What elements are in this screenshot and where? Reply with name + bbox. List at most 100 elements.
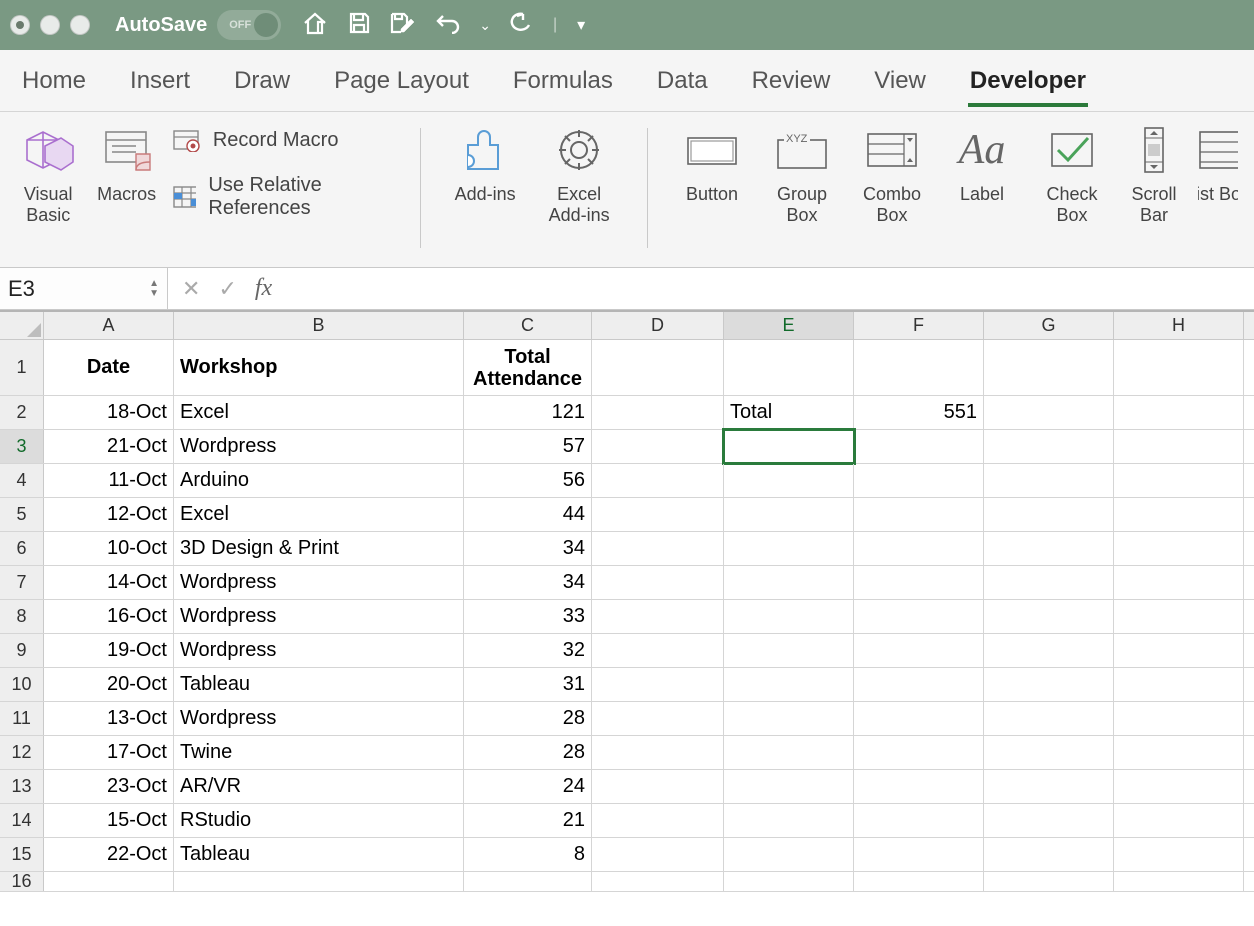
row-header[interactable]: 9 xyxy=(0,634,44,667)
cell[interactable]: Date xyxy=(44,340,174,395)
cell[interactable] xyxy=(854,668,984,701)
check-box-button[interactable]: Check Box xyxy=(1034,122,1110,226)
cell[interactable] xyxy=(724,498,854,531)
cell[interactable]: 23-Oct xyxy=(44,770,174,803)
cell[interactable]: 33 xyxy=(464,600,592,633)
cell[interactable] xyxy=(1114,736,1244,769)
cell[interactable]: 551 xyxy=(854,396,984,429)
cell[interactable] xyxy=(592,498,724,531)
cell[interactable] xyxy=(592,396,724,429)
cell[interactable] xyxy=(854,600,984,633)
cell[interactable]: Wordpress xyxy=(174,600,464,633)
cell[interactable] xyxy=(1114,566,1244,599)
cell[interactable] xyxy=(984,736,1114,769)
tab-insert[interactable]: Insert xyxy=(128,55,192,107)
cell[interactable] xyxy=(854,838,984,871)
worksheet-grid[interactable]: A B C D E F G H 1 Date Workshop Total At… xyxy=(0,310,1254,892)
cell[interactable] xyxy=(592,804,724,837)
row-header[interactable]: 10 xyxy=(0,668,44,701)
cell[interactable]: 57 xyxy=(464,430,592,463)
cell[interactable]: 21 xyxy=(464,804,592,837)
cell[interactable] xyxy=(1114,872,1244,891)
cell[interactable]: 8 xyxy=(464,838,592,871)
cell[interactable] xyxy=(592,702,724,735)
cell[interactable]: 11-Oct xyxy=(44,464,174,497)
cell[interactable] xyxy=(984,532,1114,565)
col-header-C[interactable]: C xyxy=(464,312,592,339)
combo-box-button[interactable]: Combo Box xyxy=(854,122,930,226)
col-header-A[interactable]: A xyxy=(44,312,174,339)
cell[interactable]: 34 xyxy=(464,532,592,565)
cell[interactable]: 15-Oct xyxy=(44,804,174,837)
col-header-E[interactable]: E xyxy=(724,312,854,339)
accept-formula-icon[interactable]: ✓ xyxy=(218,276,236,302)
cell[interactable]: Wordpress xyxy=(174,566,464,599)
cell[interactable]: 56 xyxy=(464,464,592,497)
row-header[interactable]: 3 xyxy=(0,430,44,463)
cell[interactable] xyxy=(984,340,1114,395)
qat-customize-icon[interactable]: ▾ xyxy=(577,15,585,35)
cell[interactable] xyxy=(854,566,984,599)
undo-icon[interactable] xyxy=(435,12,461,39)
cell[interactable] xyxy=(1114,770,1244,803)
undo-dropdown-icon[interactable]: ⌄ xyxy=(479,17,491,34)
cell[interactable]: 12-Oct xyxy=(44,498,174,531)
cell[interactable]: Total Attendance xyxy=(464,340,592,395)
cell[interactable] xyxy=(984,634,1114,667)
cell[interactable]: 28 xyxy=(464,702,592,735)
formula-input[interactable] xyxy=(286,268,1254,309)
save-edit-icon[interactable] xyxy=(389,11,417,40)
cell[interactable] xyxy=(854,702,984,735)
cell[interactable] xyxy=(1114,838,1244,871)
cell[interactable] xyxy=(592,566,724,599)
col-header-G[interactable]: G xyxy=(984,312,1114,339)
cell[interactable]: 14-Oct xyxy=(44,566,174,599)
cell[interactable] xyxy=(984,872,1114,891)
cell[interactable] xyxy=(1114,430,1244,463)
cell[interactable] xyxy=(724,532,854,565)
cell[interactable] xyxy=(984,464,1114,497)
cell[interactable] xyxy=(1114,498,1244,531)
cell[interactable] xyxy=(984,668,1114,701)
close-window-button[interactable] xyxy=(10,15,30,35)
cell[interactable] xyxy=(724,770,854,803)
cell[interactable] xyxy=(984,804,1114,837)
cell[interactable]: Workshop xyxy=(174,340,464,395)
tab-draw[interactable]: Draw xyxy=(232,55,292,107)
row-header[interactable]: 4 xyxy=(0,464,44,497)
visual-basic-button[interactable]: Visual Basic xyxy=(16,122,80,226)
cell[interactable]: 10-Oct xyxy=(44,532,174,565)
tab-formulas[interactable]: Formulas xyxy=(511,55,615,107)
cell[interactable] xyxy=(592,872,724,891)
cell[interactable]: Tableau xyxy=(174,838,464,871)
cell[interactable] xyxy=(724,668,854,701)
cell[interactable]: 17-Oct xyxy=(44,736,174,769)
tab-view[interactable]: View xyxy=(872,55,928,107)
cell[interactable] xyxy=(464,872,592,891)
list-box-button[interactable]: List Box xyxy=(1198,122,1238,205)
cell[interactable]: 21-Oct xyxy=(44,430,174,463)
cell[interactable] xyxy=(1114,804,1244,837)
cell[interactable] xyxy=(984,396,1114,429)
redo-icon[interactable] xyxy=(509,11,533,40)
cell[interactable] xyxy=(1114,464,1244,497)
excel-addins-button[interactable]: Excel Add-ins xyxy=(537,122,621,226)
cell[interactable] xyxy=(984,498,1114,531)
cell[interactable] xyxy=(592,736,724,769)
fx-icon[interactable]: fx xyxy=(255,275,272,302)
row-header[interactable]: 8 xyxy=(0,600,44,633)
tab-developer[interactable]: Developer xyxy=(968,55,1088,107)
tab-page-layout[interactable]: Page Layout xyxy=(332,55,471,107)
cell[interactable]: Tableau xyxy=(174,668,464,701)
cell[interactable] xyxy=(724,872,854,891)
cell[interactable] xyxy=(724,600,854,633)
label-button[interactable]: Aa Label xyxy=(944,122,1020,205)
row-header[interactable]: 15 xyxy=(0,838,44,871)
col-header-D[interactable]: D xyxy=(592,312,724,339)
cell[interactable] xyxy=(1114,668,1244,701)
cell[interactable]: 3D Design & Print xyxy=(174,532,464,565)
cell[interactable] xyxy=(984,430,1114,463)
cell[interactable] xyxy=(854,634,984,667)
name-box[interactable]: E3 ▲▼ xyxy=(0,268,168,309)
cell[interactable] xyxy=(724,340,854,395)
